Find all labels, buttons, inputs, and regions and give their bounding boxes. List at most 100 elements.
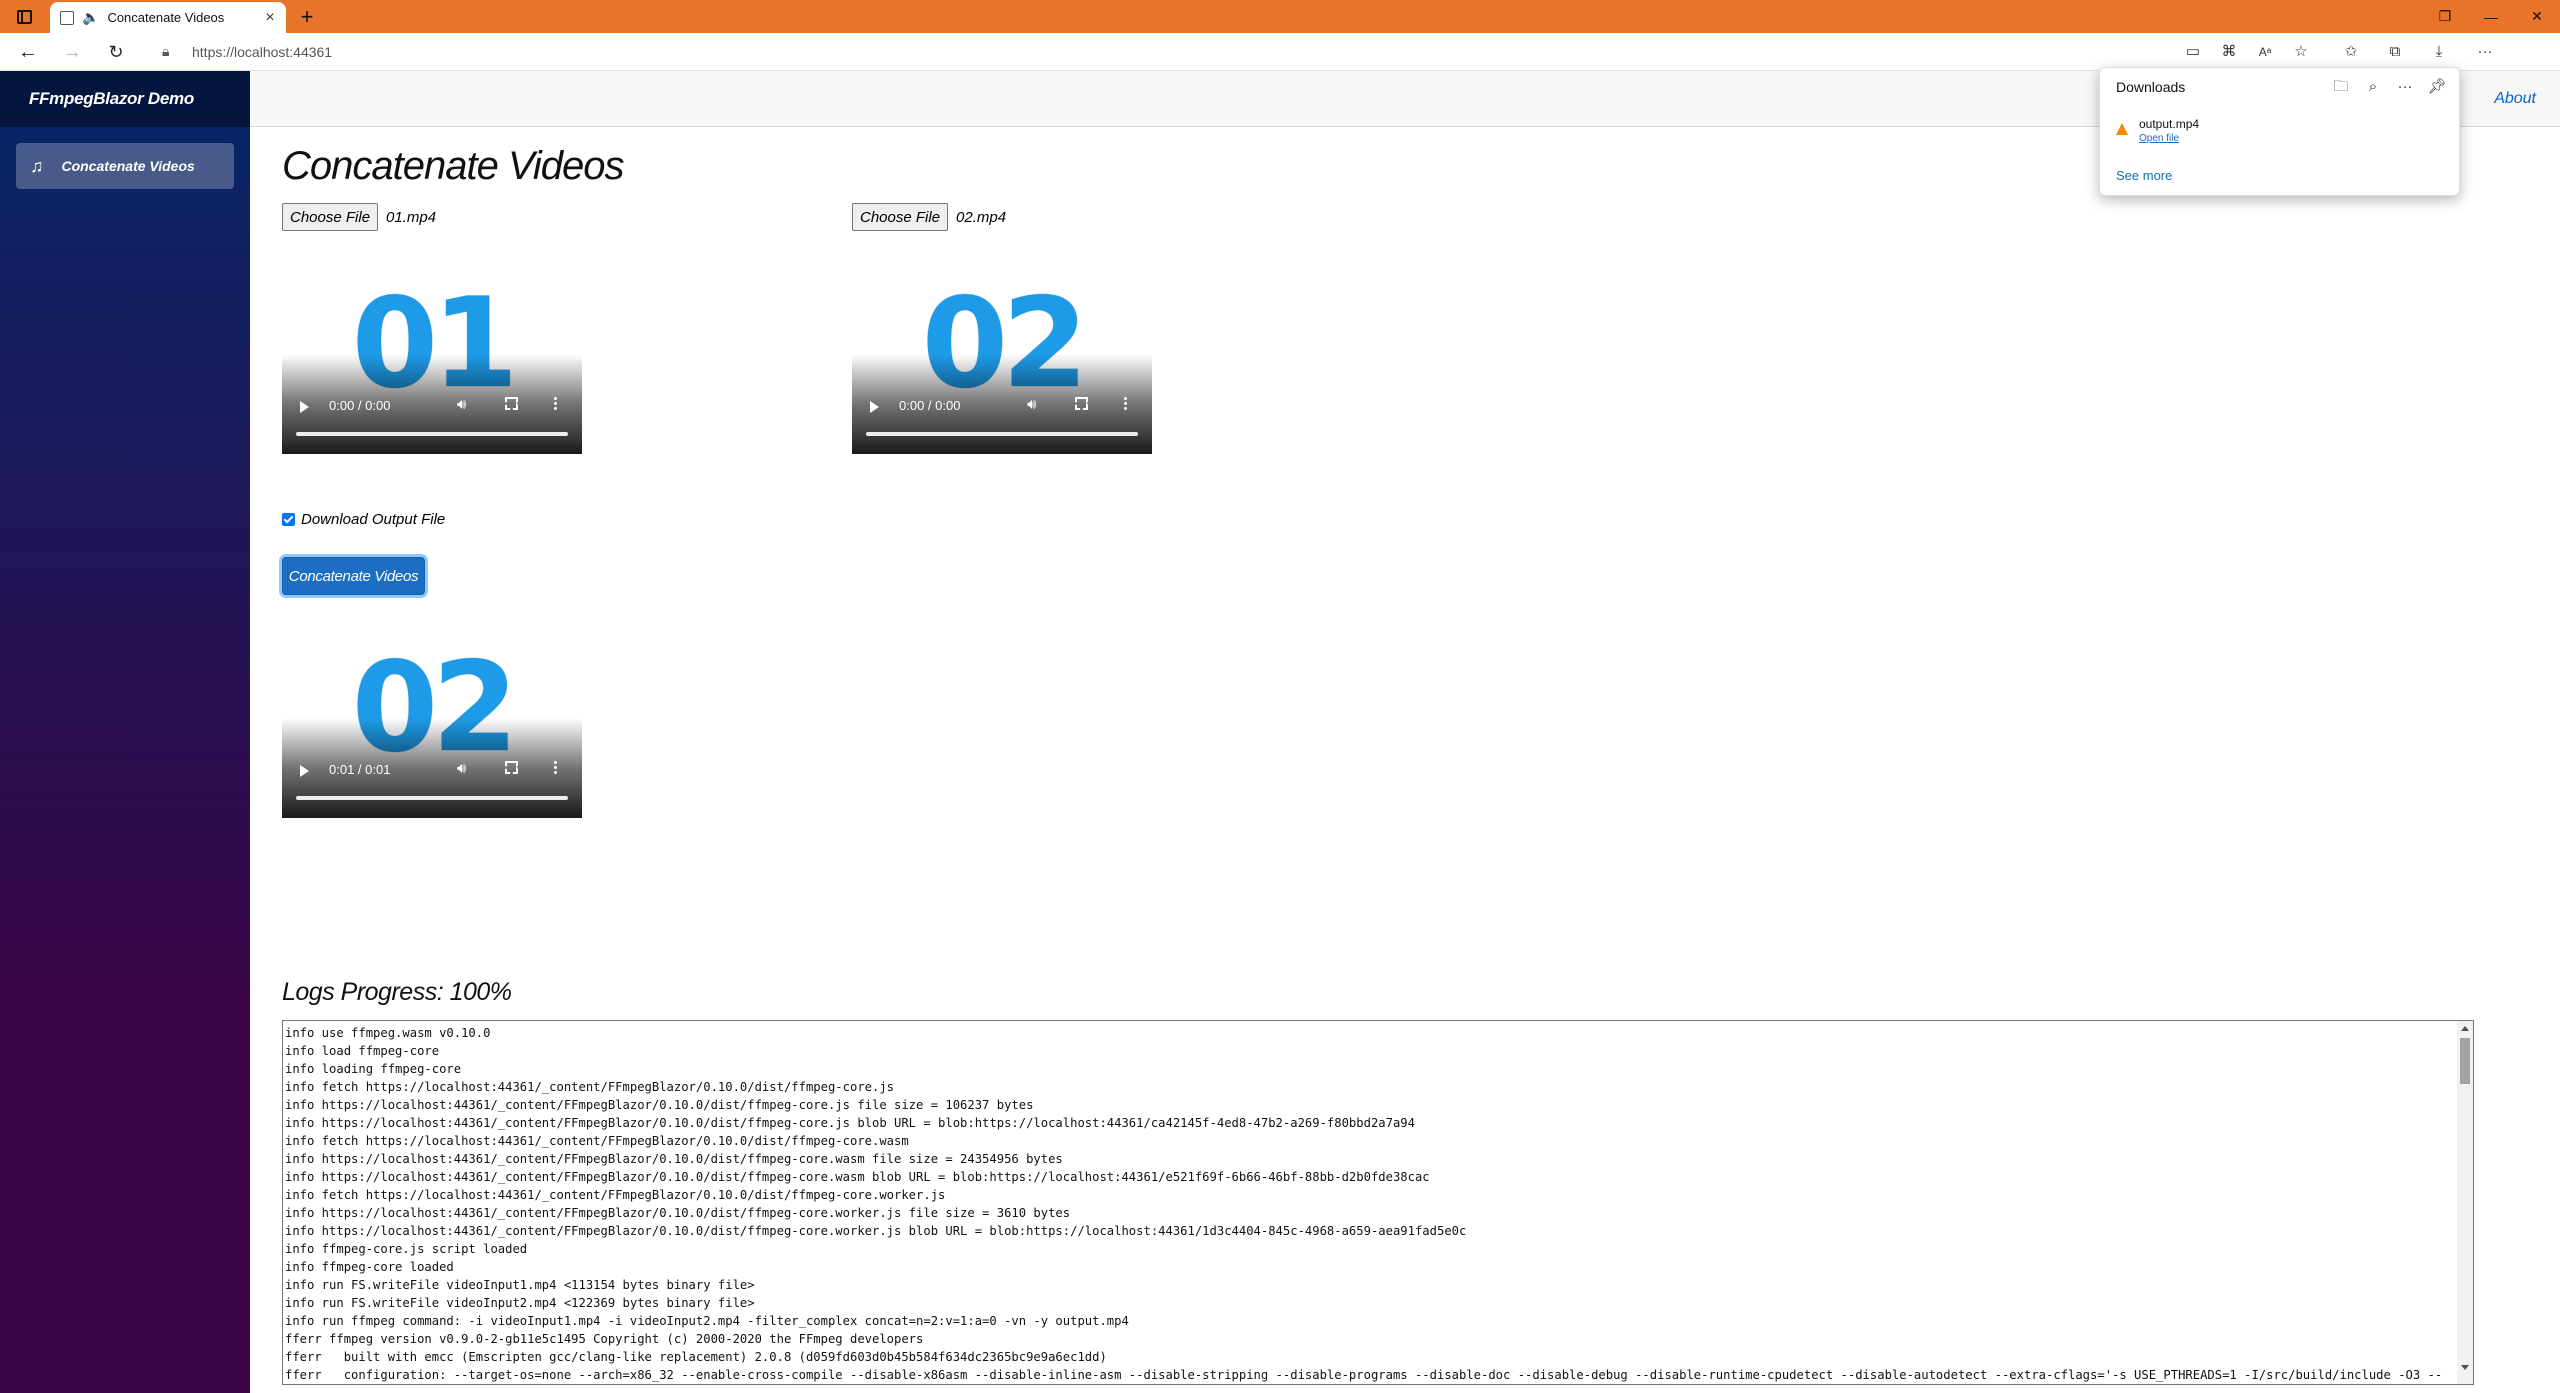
close-window-button[interactable]: ✕ bbox=[2514, 0, 2560, 33]
fullscreen-icon[interactable] bbox=[505, 761, 518, 774]
app-available-icon[interactable]: ▭ bbox=[2180, 40, 2206, 64]
log-line: info use ffmpeg.wasm v0.10.0 bbox=[285, 1026, 491, 1040]
log-line: info fetch https://localhost:44361/_cont… bbox=[285, 1188, 946, 1202]
open-folder-icon[interactable]: 🗀 bbox=[2330, 76, 2352, 98]
log-line: info fetch https://localhost:44361/_cont… bbox=[285, 1134, 909, 1148]
restore-window-button[interactable]: ❐ bbox=[2422, 0, 2468, 33]
favorites-icon[interactable]: ✩ bbox=[2338, 40, 2364, 64]
downloads-title: Downloads bbox=[2116, 79, 2186, 95]
pin-icon[interactable]: 📌︎ bbox=[2426, 76, 2448, 98]
video-time: 0:00 / 0:00 bbox=[329, 398, 391, 413]
sidebar: FFmpegBlazor Demo ♫ Concatenate Videos bbox=[0, 71, 250, 1393]
log-line: info run FS.writeFile videoInput2.mp4 <1… bbox=[285, 1296, 755, 1310]
video-time: 0:01 / 0:01 bbox=[329, 762, 391, 777]
scrollbar-thumb[interactable] bbox=[2460, 1038, 2470, 1084]
vlc-file-icon bbox=[2116, 123, 2128, 135]
forward-arrow-icon[interactable]: → bbox=[58, 39, 86, 65]
volume-icon[interactable]: 🔊︎ bbox=[1027, 396, 1036, 413]
refresh-icon[interactable]: ↻ bbox=[102, 39, 130, 65]
log-line: info https://localhost:44361/_content/FF… bbox=[285, 1098, 1034, 1112]
new-tab-button[interactable]: + bbox=[293, 4, 321, 30]
browser-toolbar: ← → ↻ 🔒︎ https://localhost:44361 ▭ ⌘ Aᵃ … bbox=[0, 33, 2560, 71]
choose-file-button-2[interactable]: Choose File bbox=[852, 203, 949, 231]
logs-content: info use ffmpeg.wasm v0.10.0 info load ff… bbox=[285, 1024, 2455, 1384]
logs-textarea[interactable]: info use ffmpeg.wasm v0.10.0 info load ff… bbox=[282, 1020, 2474, 1385]
choose-file-button-1[interactable]: Choose File bbox=[282, 203, 379, 231]
video-time: 0:00 / 0:00 bbox=[899, 398, 961, 413]
video-progress-bar[interactable] bbox=[866, 432, 1138, 436]
minimize-button-spacer bbox=[2468, 0, 2514, 33]
lock-icon[interactable]: 🔒︎ bbox=[162, 43, 169, 60]
video-progress-bar[interactable] bbox=[296, 796, 568, 800]
download-output-label: Download Output File bbox=[301, 511, 446, 528]
scroll-down-icon[interactable] bbox=[2461, 1365, 2469, 1370]
output-video-player[interactable]: 02 0:01 / 0:01 🔊︎ bbox=[282, 634, 582, 818]
log-line: info fetch https://localhost:44361/_cont… bbox=[285, 1080, 895, 1094]
tab-close-button[interactable]: × bbox=[260, 9, 280, 27]
play-icon[interactable] bbox=[870, 401, 879, 413]
logs-progress-title: Logs Progress: 100% bbox=[282, 978, 512, 1006]
tab-actions-button[interactable] bbox=[10, 5, 38, 29]
sidebar-item-label: Concatenate Videos bbox=[61, 158, 195, 174]
page-favicon-icon bbox=[60, 10, 74, 25]
music-note-icon: ♫ bbox=[30, 155, 44, 176]
download-output-checkbox[interactable] bbox=[282, 513, 295, 526]
add-favorite-icon[interactable]: ☆ bbox=[2288, 40, 2314, 64]
scroll-up-icon[interactable] bbox=[2461, 1026, 2469, 1031]
downloads-icon[interactable]: ⤓ bbox=[2426, 40, 2452, 64]
play-icon[interactable] bbox=[300, 401, 309, 413]
concatenate-videos-button[interactable]: Concatenate Videos bbox=[282, 557, 425, 595]
more-options-icon[interactable] bbox=[554, 760, 557, 775]
read-aloud-icon[interactable]: Aᵃ bbox=[2252, 40, 2278, 64]
download-output-option[interactable]: Download Output File bbox=[282, 511, 445, 528]
browser-titlebar: 🔈 Concatenate Videos × + — ✕ bbox=[0, 0, 2560, 33]
back-arrow-icon[interactable]: ← bbox=[14, 39, 42, 65]
log-line: info run FS.writeFile videoInput1.mp4 <1… bbox=[285, 1278, 755, 1292]
more-options-icon[interactable] bbox=[1124, 396, 1127, 411]
settings-more-icon[interactable]: ··· bbox=[2472, 40, 2498, 64]
download-file-name[interactable]: output.mp4 bbox=[2139, 117, 2199, 131]
video-player-1[interactable]: 01 0:00 / 0:00 🔊︎ bbox=[282, 270, 582, 454]
qr-code-icon[interactable]: ⌘ bbox=[2216, 40, 2242, 64]
see-more-link[interactable]: See more bbox=[2116, 168, 2172, 183]
file-name-2: 02.mp4 bbox=[956, 208, 1007, 226]
file-input-1[interactable]: Choose File 01.mp4 bbox=[282, 203, 436, 231]
file-name-1: 01.mp4 bbox=[386, 208, 437, 226]
log-line: fferr configuration: --target-os=none --… bbox=[285, 1368, 2443, 1382]
log-line: info https://localhost:44361/_content/FF… bbox=[285, 1152, 1063, 1166]
browser-tab[interactable]: 🔈 Concatenate Videos × bbox=[50, 2, 286, 33]
log-line: info https://localhost:44361/_content/FF… bbox=[285, 1206, 1071, 1220]
video-progress-bar[interactable] bbox=[296, 432, 568, 436]
brand-link[interactable]: FFmpegBlazor Demo bbox=[29, 89, 194, 109]
fullscreen-icon[interactable] bbox=[1075, 397, 1088, 410]
log-line: info load ffmpeg-core bbox=[285, 1044, 440, 1058]
log-line: info https://localhost:44361/_content/FF… bbox=[285, 1170, 1430, 1184]
address-input[interactable]: https://localhost:44361 bbox=[192, 44, 332, 60]
video-controls: 0:01 / 0:01 🔊︎ bbox=[282, 748, 582, 818]
fullscreen-icon[interactable] bbox=[505, 397, 518, 410]
log-line: info https://localhost:44361/_content/FF… bbox=[285, 1116, 1415, 1130]
play-icon[interactable] bbox=[300, 765, 309, 777]
log-line: info https://localhost:44361/_content/FF… bbox=[285, 1224, 1467, 1238]
logs-scrollbar[interactable] bbox=[2457, 1021, 2473, 1384]
tab-title: Concatenate Videos bbox=[107, 10, 225, 25]
brand-bar: FFmpegBlazor Demo bbox=[0, 71, 250, 127]
tab-actions-icon bbox=[16, 10, 32, 24]
log-line: info ffmpeg-core loaded bbox=[285, 1260, 454, 1274]
search-icon[interactable]: ⌕ bbox=[2362, 76, 2384, 98]
speaker-icon[interactable]: 🔈 bbox=[82, 9, 99, 26]
log-line: fferr ffmpeg version v0.9.0-2-gb11e5c149… bbox=[285, 1332, 924, 1346]
video-player-2[interactable]: 02 0:00 / 0:00 🔊︎ bbox=[852, 270, 1152, 454]
about-link[interactable]: About bbox=[2494, 90, 2536, 108]
more-options-icon[interactable]: ··· bbox=[2394, 76, 2416, 98]
more-options-icon[interactable] bbox=[554, 396, 557, 411]
volume-icon[interactable]: 🔊︎ bbox=[457, 760, 466, 777]
volume-icon[interactable]: 🔊︎ bbox=[457, 396, 466, 413]
video-controls: 0:00 / 0:00 🔊︎ bbox=[852, 384, 1152, 454]
log-line: fferr built with emcc (Emscripten gcc/cl… bbox=[285, 1350, 1107, 1364]
collections-icon[interactable]: ⧉ bbox=[2382, 40, 2408, 64]
downloads-flyout: Downloads 🗀 ⌕ ··· 📌︎ output.mp4 Open fil… bbox=[2099, 67, 2460, 196]
open-file-link[interactable]: Open file bbox=[2139, 133, 2179, 144]
sidebar-item-concatenate-videos[interactable]: ♫ Concatenate Videos bbox=[16, 143, 234, 189]
file-input-2[interactable]: Choose File 02.mp4 bbox=[852, 203, 1006, 231]
